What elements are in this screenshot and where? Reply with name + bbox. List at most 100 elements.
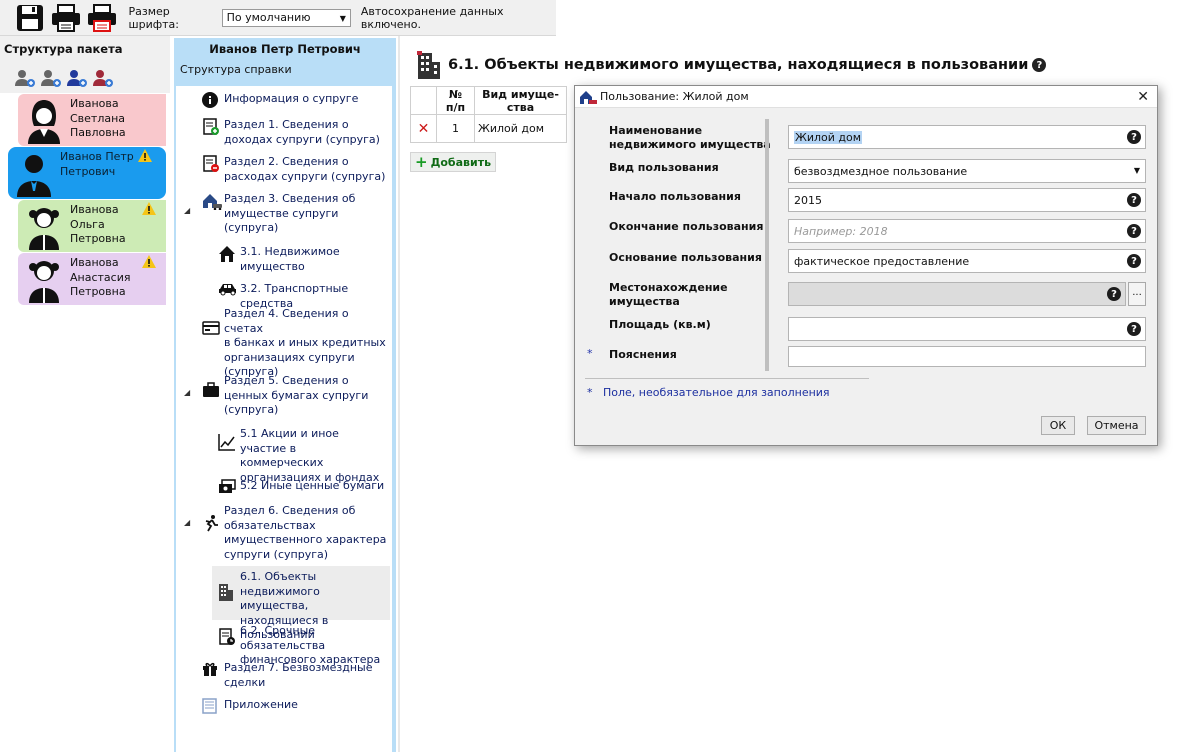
help-icon[interactable]: ? (1127, 322, 1141, 336)
package-header: Структура пакета (0, 36, 170, 93)
income-doc-icon (202, 118, 224, 147)
objects-table: № п/п Вид имуще-ства ✕ 1 Жилой дом (410, 86, 567, 143)
autosave-status: Автосохранение данных включено. (360, 4, 504, 31)
page-title-text: 6.1. Объекты недвижимого имущества, нахо… (448, 57, 1029, 73)
info-icon (202, 92, 224, 113)
usage-start-value: 2015 (794, 194, 822, 207)
tree-node-section-4[interactable]: Раздел 4. Сведения о счетах в банках и ин… (202, 307, 388, 380)
tree-node-5-2[interactable]: 5.2 Иные ценные бумаги (218, 479, 388, 500)
document-list-icon (202, 698, 224, 719)
gift-icon (202, 661, 224, 690)
delete-row-button[interactable]: ✕ (410, 114, 437, 143)
person-name: Иванова Ольга Петровна (70, 203, 126, 245)
add-spouse-icon[interactable] (40, 68, 62, 88)
dialog-title: Пользование: Жилой дом (600, 90, 749, 103)
tree-node-spouse-info[interactable]: Информация о супруге (202, 92, 388, 113)
tree-node-section-2[interactable]: Раздел 2. Сведения о расходах супруги (су… (202, 155, 388, 184)
close-icon[interactable]: ✕ (1137, 89, 1149, 105)
usage-start-field[interactable]: 2015 ? (788, 188, 1146, 212)
tree-node-section-7[interactable]: Раздел 7. Безвозмездные сделки (202, 661, 388, 690)
location-browse-button[interactable]: ... (1128, 282, 1146, 306)
table-cell-number: 1 (436, 114, 475, 143)
label-location: Местонахождение имущества (609, 281, 728, 308)
help-icon[interactable]: ? (1127, 254, 1141, 268)
selected-person-name: Иванов Петр Петрович (209, 42, 361, 56)
location-field[interactable]: ? (788, 282, 1126, 306)
tree-node-section-3[interactable]: ◢ Раздел 3. Сведения об имуществе супруги… (184, 192, 388, 236)
app-window: Размер шрифта: По умолчанию ▼ Автосохран… (0, 0, 1200, 752)
tree-node-6-1-selected[interactable]: 6.1. Объекты недвижимого имущества, наход… (212, 566, 390, 641)
girl-avatar-icon (18, 200, 70, 252)
usage-basis-field[interactable]: фактическое предоставление ? (788, 249, 1146, 273)
cancel-button[interactable]: Отмена (1087, 416, 1146, 435)
label-notes: Пояснения (609, 348, 677, 361)
usage-type-select[interactable]: безвоздмездное пользование ▼ (788, 159, 1146, 183)
tree-node-appendix[interactable]: Приложение (202, 698, 388, 719)
add-button[interactable]: + Добавить (410, 152, 497, 172)
help-icon[interactable]: ? (1127, 193, 1141, 207)
print-red-button[interactable] (86, 2, 118, 34)
expense-doc-icon (202, 155, 224, 184)
printer-icon (52, 3, 81, 32)
tree-node-section-5[interactable]: ◢ Раздел 5. Сведения о ценных бумагах суп… (184, 374, 388, 418)
person-name: Иванова Анастасия Петровна (70, 256, 131, 298)
add-relative-icon[interactable] (92, 68, 114, 88)
table-header-row: № п/п Вид имуще-ства (410, 86, 567, 115)
label-usage-basis: Основание пользования (609, 251, 762, 264)
dialog-titlebar[interactable]: Пользование: Жилой дом ✕ (575, 86, 1157, 108)
person-card-anastasia[interactable]: Иванова Анастасия Петровна (18, 253, 166, 305)
area-field[interactable]: ? (788, 317, 1146, 341)
tree-node-section-1[interactable]: Раздел 1. Сведения о доходах супруги (суп… (202, 118, 388, 147)
expand-arrow-icon[interactable]: ◢ (184, 516, 190, 531)
label-property-name: Наименование недвижимого имущества (609, 124, 771, 151)
help-icon[interactable]: ? (1107, 287, 1121, 301)
delete-icon: ✕ (417, 120, 430, 137)
structure-subtitle: Структура справки (180, 63, 292, 76)
font-size-select[interactable]: По умолчанию ▼ (221, 8, 351, 27)
chevron-down-icon: ▼ (1133, 166, 1140, 175)
add-person-icon[interactable] (14, 68, 36, 88)
woman-avatar-icon (18, 94, 70, 146)
person-card-svetlana[interactable]: Иванова Светлана Павловна (18, 94, 166, 146)
add-child-icon[interactable] (66, 68, 88, 88)
footnote-separator (585, 378, 869, 379)
panel-divider[interactable] (398, 36, 400, 752)
tree-node-3-1[interactable]: 3.1. Недвижимое имущество (218, 245, 388, 274)
usage-basis-value: фактическое предоставление (794, 255, 970, 268)
usage-dialog: Пользование: Жилой дом ✕ Наименование нед… (574, 85, 1158, 446)
save-button[interactable] (14, 2, 46, 34)
usage-end-field[interactable]: Например: 2018 ? (788, 219, 1146, 243)
notes-field[interactable] (788, 346, 1146, 367)
label-usage-type: Вид пользования (609, 161, 719, 174)
help-icon[interactable]: ? (1127, 130, 1141, 144)
person-card-ivan-selected[interactable]: Иванов Петр Петрович (8, 147, 166, 199)
warning-icon (142, 200, 158, 252)
stock-chart-icon (218, 427, 240, 485)
package-title: Структура пакета (4, 42, 123, 56)
girl-avatar-icon (18, 253, 70, 305)
property-name-value: Жилой дом (794, 131, 863, 144)
ok-button[interactable]: ОК (1041, 416, 1075, 435)
expand-arrow-icon[interactable]: ◢ (184, 204, 190, 219)
structure-panel: Иванов Петр Петрович Структура справки И… (174, 38, 396, 752)
label-area: Площадь (кв.м) (609, 318, 711, 331)
person-card-olga[interactable]: Иванова Ольга Петровна (18, 200, 166, 252)
help-icon[interactable]: ? (1032, 58, 1047, 72)
table-row[interactable]: ✕ 1 Жилой дом (410, 114, 567, 143)
expand-arrow-icon[interactable]: ◢ (184, 386, 190, 401)
form-separator (765, 119, 769, 371)
font-size-value: По умолчанию (226, 10, 311, 24)
help-icon[interactable]: ? (1127, 224, 1141, 238)
bank-card-icon (202, 307, 224, 380)
package-actions (14, 68, 166, 88)
property-name-field[interactable]: Жилой дом ? (788, 125, 1146, 149)
briefcase-icon (202, 374, 224, 418)
tree-node-5-1[interactable]: 5.1 Акции и иное участие в коммерческих ор… (218, 427, 388, 485)
print-button[interactable] (50, 2, 82, 34)
tree-node-section-6[interactable]: ◢ Раздел 6. Сведения об обязательствах иму… (184, 504, 388, 562)
warning-icon (142, 253, 158, 305)
man-avatar-icon (8, 147, 60, 199)
toolbar: Размер шрифта: По умолчанию ▼ Автосохран… (0, 0, 556, 36)
add-button-label: Добавить (430, 155, 492, 169)
structure-tree: Информация о супруге Раздел 1. Сведения … (176, 86, 392, 752)
